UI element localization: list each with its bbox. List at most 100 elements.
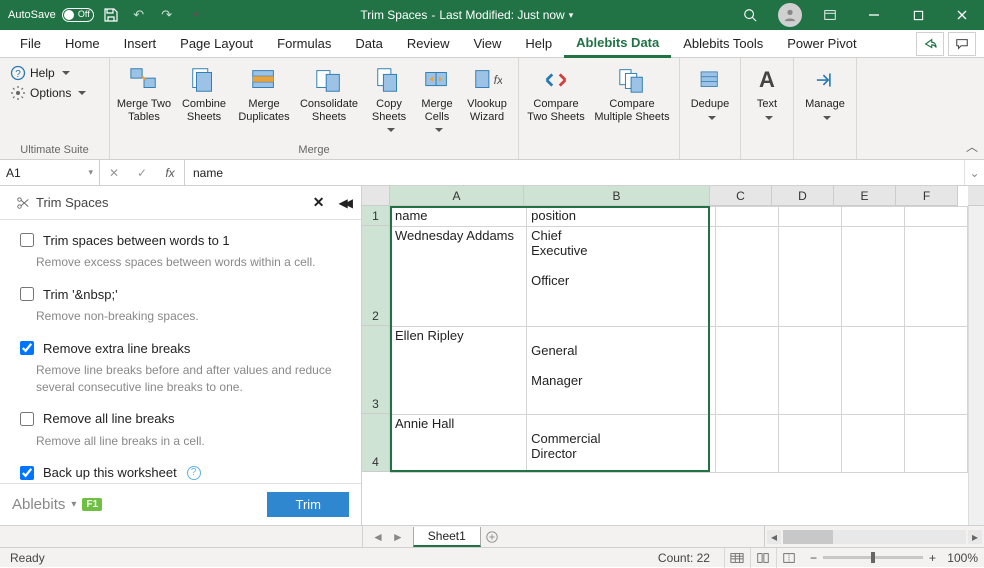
tab-data[interactable]: Data (343, 30, 394, 58)
f1-badge[interactable]: F1 (82, 498, 102, 511)
merge-cells-button[interactable]: Merge Cells (414, 60, 460, 138)
cell-E4[interactable] (841, 415, 904, 473)
merge-two-tables-button[interactable]: Merge Two Tables (114, 60, 174, 123)
opt-trim-between-words-checkbox[interactable] (20, 233, 34, 247)
opt-backup-checkbox[interactable] (20, 466, 34, 480)
maximize-button[interactable] (896, 0, 940, 30)
close-button[interactable] (940, 0, 984, 30)
zoom-control[interactable]: − + (802, 551, 944, 565)
horizontal-scrollbar[interactable]: ◂ ▸ (764, 526, 984, 547)
account-avatar[interactable] (778, 3, 802, 27)
cell-A4[interactable]: Annie Hall (391, 415, 527, 473)
view-page-break-icon[interactable] (776, 548, 802, 568)
row-header-3[interactable]: 3 (362, 326, 390, 414)
minimize-button[interactable] (852, 0, 896, 30)
cell-B3[interactable]: General Manager (527, 327, 716, 415)
column-header-A[interactable]: A (390, 186, 524, 206)
tab-ablebits-tools[interactable]: Ablebits Tools (671, 30, 775, 58)
zoom-out-icon[interactable]: − (810, 551, 817, 565)
cell-C1[interactable] (716, 207, 779, 227)
opt-remove-extra-linebreaks-checkbox[interactable] (20, 341, 34, 355)
cell-C3[interactable] (716, 327, 779, 415)
cell-F4[interactable] (904, 415, 967, 473)
options-button[interactable]: Options (8, 84, 88, 102)
row-header-4[interactable]: 4 (362, 414, 390, 472)
tab-help[interactable]: Help (513, 30, 564, 58)
tab-file[interactable]: File (8, 30, 53, 58)
view-normal-icon[interactable] (724, 548, 750, 568)
cell-B4[interactable]: Commercial Director (527, 415, 716, 473)
sheet-tab-sheet1[interactable]: Sheet1 (413, 527, 481, 547)
zoom-in-icon[interactable]: + (929, 551, 936, 565)
cell-D4[interactable] (779, 415, 842, 473)
tab-page-layout[interactable]: Page Layout (168, 30, 265, 58)
chevron-down-icon[interactable]: ▾ (569, 10, 574, 21)
tab-review[interactable]: Review (395, 30, 462, 58)
text-button[interactable]: AText (745, 60, 789, 125)
cell-C4[interactable] (716, 415, 779, 473)
collapse-pane-icon[interactable]: ◀◀ (335, 196, 353, 210)
help-button[interactable]: ?Help (8, 64, 88, 82)
combine-sheets-button[interactable]: Combine Sheets (174, 60, 234, 123)
column-header-E[interactable]: E (834, 186, 896, 206)
close-pane-icon[interactable]: ✕ (309, 194, 329, 211)
view-page-layout-icon[interactable] (750, 548, 776, 568)
cell-C2[interactable] (716, 227, 779, 327)
save-icon[interactable] (100, 4, 122, 26)
cell-E1[interactable] (841, 207, 904, 227)
compare-two-sheets-button[interactable]: Compare Two Sheets (523, 60, 589, 123)
cell-D1[interactable] (779, 207, 842, 227)
share-button[interactable] (916, 32, 944, 56)
accept-formula-icon[interactable]: ✓ (128, 166, 156, 180)
cell-D2[interactable] (779, 227, 842, 327)
cancel-formula-icon[interactable]: ✕ (100, 166, 128, 180)
redo-icon[interactable]: ↷ (156, 4, 178, 26)
tab-home[interactable]: Home (53, 30, 112, 58)
cell-F3[interactable] (904, 327, 967, 415)
opt-trim-nbsp-checkbox[interactable] (20, 287, 34, 301)
tab-formulas[interactable]: Formulas (265, 30, 343, 58)
vlookup-wizard-button[interactable]: fxVlookup Wizard (460, 60, 514, 123)
tab-power-pivot[interactable]: Power Pivot (775, 30, 868, 58)
qat-customize-icon[interactable] (184, 4, 206, 26)
search-icon[interactable] (728, 0, 772, 30)
spreadsheet-grid[interactable]: ABCDEF 1234 namepositionWednesday Addams… (362, 186, 984, 525)
zoom-slider[interactable] (823, 556, 923, 559)
vertical-scrollbar[interactable] (968, 206, 984, 525)
opt-remove-all-linebreaks-checkbox[interactable] (20, 412, 34, 426)
zoom-percent[interactable]: 100% (944, 551, 984, 565)
tab-insert[interactable]: Insert (112, 30, 169, 58)
merge-duplicates-button[interactable]: Merge Duplicates (234, 60, 294, 123)
add-sheet-button[interactable] (481, 526, 503, 547)
comments-button[interactable] (948, 32, 976, 56)
column-header-C[interactable]: C (710, 186, 772, 206)
column-header-D[interactable]: D (772, 186, 834, 206)
consolidate-sheets-button[interactable]: Consolidate Sheets (294, 60, 364, 123)
chevron-down-icon[interactable]: ▾ (71, 499, 76, 510)
cell-A2[interactable]: Wednesday Addams (391, 227, 527, 327)
undo-icon[interactable]: ↶ (128, 4, 150, 26)
cell-F1[interactable] (904, 207, 967, 227)
select-all-corner[interactable] (362, 186, 390, 206)
cell-B1[interactable]: position (527, 207, 716, 227)
ribbon-display-icon[interactable] (808, 0, 852, 30)
dedupe-button[interactable]: Dedupe (684, 60, 736, 125)
manage-button[interactable]: Manage (798, 60, 852, 125)
sheet-nav-prev-icon[interactable]: ◄ (369, 530, 387, 544)
cell-E3[interactable] (841, 327, 904, 415)
name-box[interactable]: A1▾ (0, 160, 100, 185)
help-icon[interactable]: ? (187, 466, 201, 480)
expand-formula-bar-icon[interactable]: ⌄ (964, 160, 984, 185)
cell-B2[interactable]: Chief Executive Officer (527, 227, 716, 327)
autosave-toggle[interactable]: Off (62, 8, 94, 22)
cell-A1[interactable]: name (391, 207, 527, 227)
column-header-F[interactable]: F (896, 186, 958, 206)
copy-sheets-button[interactable]: Copy Sheets (364, 60, 414, 138)
row-header-1[interactable]: 1 (362, 206, 390, 226)
cell-F2[interactable] (904, 227, 967, 327)
trim-button[interactable]: Trim (267, 492, 349, 517)
cell-E2[interactable] (841, 227, 904, 327)
scroll-right-icon[interactable]: ▸ (968, 530, 982, 544)
scroll-left-icon[interactable]: ◂ (767, 530, 781, 544)
row-header-2[interactable]: 2 (362, 226, 390, 326)
